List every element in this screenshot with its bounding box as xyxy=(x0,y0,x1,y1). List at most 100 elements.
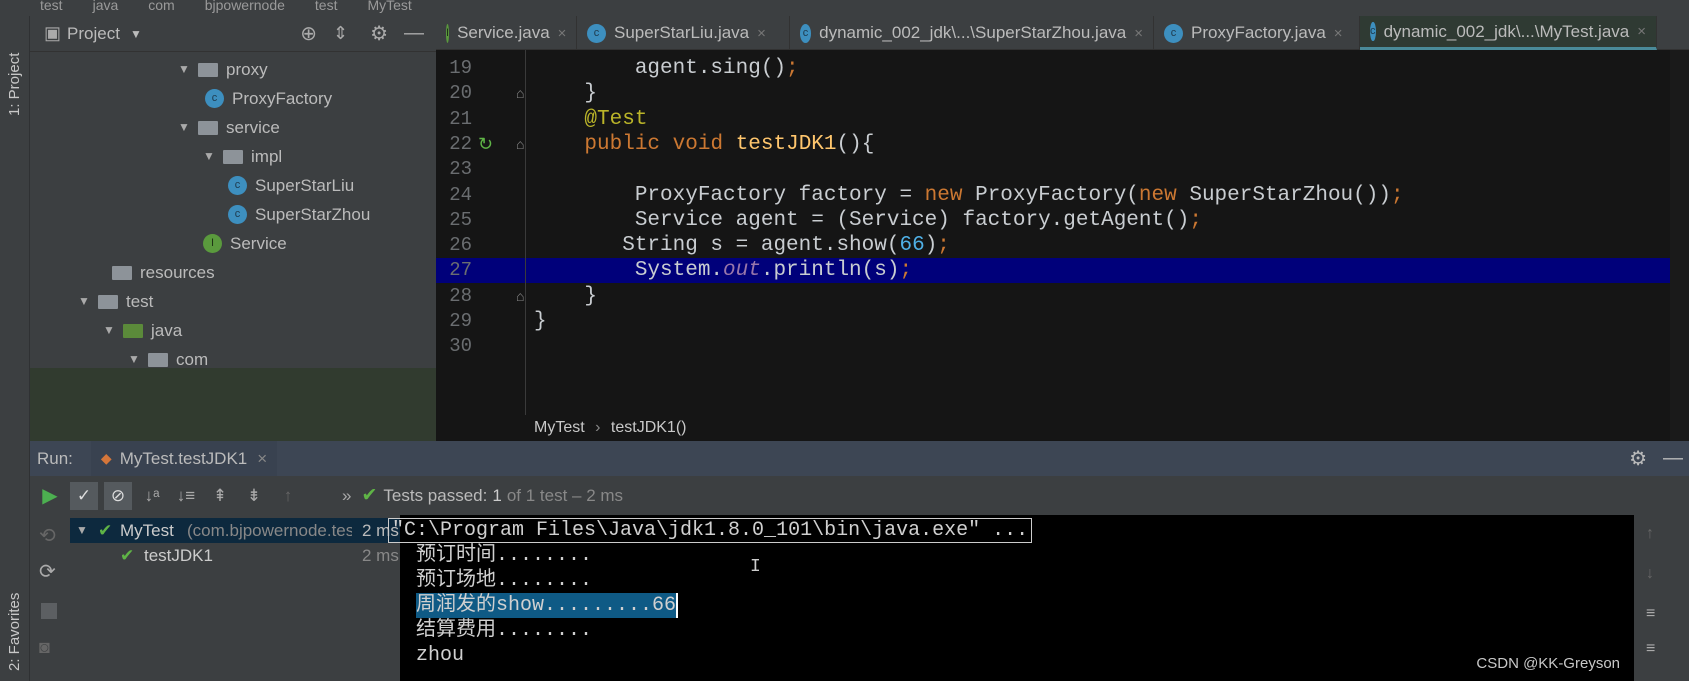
tree-item-class[interactable]: c SuperStarLiu xyxy=(228,171,354,200)
expand-arrow-icon[interactable]: ▼ xyxy=(78,287,98,316)
close-icon[interactable]: × xyxy=(1334,25,1343,42)
locate-icon[interactable]: ⊕ xyxy=(300,21,317,46)
fold-marker-icon[interactable]: ⌂ xyxy=(516,284,524,309)
tab-proxyfactory-java[interactable]: c ProxyFactory.java × xyxy=(1154,16,1360,50)
code-line[interactable]: } xyxy=(534,284,597,309)
run-test-gutter-icon[interactable]: ↻ xyxy=(478,132,493,157)
tree-item-class[interactable]: c SuperStarZhou xyxy=(228,200,370,229)
tree-item-label: impl xyxy=(251,147,283,166)
rerun-icon[interactable]: ▶ xyxy=(36,482,64,510)
project-tool-button[interactable]: 1: Project xyxy=(6,53,23,116)
code-editor[interactable]: 19 agent.sing(); 20 } ⌂ 21 @Test 22 public v… xyxy=(436,50,1670,415)
line-number: 27 xyxy=(449,259,472,282)
show-ignored-icon[interactable]: ⊘ xyxy=(104,481,132,510)
sort-alpha-icon[interactable]: ↓ᵃ xyxy=(138,482,166,510)
fold-marker-icon[interactable]: ⌂ xyxy=(516,81,524,106)
test-case-row[interactable]: ✔ testJDK1 2 ms xyxy=(70,543,400,568)
tree-item-package[interactable]: ▼ proxy xyxy=(178,55,268,84)
fold-marker-icon[interactable]: ⌂ xyxy=(516,132,524,157)
crumb-separator: › xyxy=(595,419,601,436)
stop-icon[interactable] xyxy=(41,603,57,619)
tree-item-class[interactable]: c ProxyFactory xyxy=(205,84,332,113)
run-tab[interactable]: ◆ MyTest.testJDK1 × xyxy=(90,441,278,476)
soft-wrap-icon[interactable]: ≡ xyxy=(1646,605,1655,623)
crumb[interactable]: MyTest xyxy=(367,0,411,13)
expand-arrow-icon[interactable]: ▼ xyxy=(203,142,223,171)
line-number: 26 xyxy=(449,234,472,257)
crumb[interactable]: com xyxy=(148,0,174,13)
check-icon: ✔ xyxy=(120,546,135,565)
code-line[interactable]: agent.sing(); xyxy=(534,56,799,81)
crumb-class[interactable]: MyTest xyxy=(534,419,585,436)
editor-scrollbar[interactable] xyxy=(1670,50,1689,441)
minimize-icon[interactable]: — xyxy=(404,22,424,45)
close-icon[interactable]: × xyxy=(558,25,567,42)
console-output[interactable]: I CSDN @KK-Greyson "C:\Program Files\Jav… xyxy=(388,515,1634,681)
tab-label: ProxyFactory.java xyxy=(1191,23,1326,42)
expand-all-icon[interactable]: ⇞ xyxy=(206,482,234,510)
expand-arrow-icon[interactable]: ▼ xyxy=(178,113,198,142)
up-icon[interactable]: ↑ xyxy=(1646,525,1654,543)
favorites-tool-button[interactable]: 2: Favorites xyxy=(6,593,23,671)
code-line[interactable]: } xyxy=(534,81,597,106)
code-line[interactable]: Service agent = (Service) factory.getAge… xyxy=(534,208,1202,233)
expand-arrow-icon[interactable]: ▼ xyxy=(76,518,88,543)
chevron-down-icon[interactable]: ▼ xyxy=(130,27,142,41)
show-passed-icon[interactable]: ✓ xyxy=(70,481,98,510)
camera-icon[interactable]: ◙ xyxy=(39,637,50,658)
more-icon[interactable]: » xyxy=(342,486,351,506)
tab-superstarliu-java[interactable]: c SuperStarLiu.java × xyxy=(577,16,790,50)
gear-icon[interactable]: ⚙ xyxy=(370,21,388,46)
tree-item-resources[interactable]: resources xyxy=(112,258,215,287)
crumb-method[interactable]: testJDK1() xyxy=(611,419,687,436)
console-line: 结算费用........ xyxy=(416,619,593,642)
code-line[interactable]: System.out.println(s); xyxy=(534,258,912,283)
run-label: Run: xyxy=(37,448,73,468)
tree-item-package[interactable]: ▼ service xyxy=(178,113,280,142)
status-rest: of 1 test – 2 ms xyxy=(506,485,624,505)
tab-dynamic-jdk-mytest-java[interactable]: c dynamic_002_jdk\...\MyTest.java × xyxy=(1360,16,1657,50)
crumb[interactable]: bjpowernode xyxy=(205,0,285,13)
history-icon[interactable]: ⟲ xyxy=(39,523,56,548)
code-line[interactable]: } xyxy=(534,309,547,334)
tab-label: dynamic_002_jdk\...\SuperStarZhou.java xyxy=(819,23,1127,42)
close-icon[interactable]: × xyxy=(1134,25,1143,42)
code-line[interactable]: public void testJDK1(){ xyxy=(534,132,874,157)
sort-duration-icon[interactable]: ↓≡ xyxy=(172,482,200,510)
code-line[interactable]: @Test xyxy=(534,107,647,132)
close-icon[interactable]: × xyxy=(1637,23,1646,40)
toggle-auto-test-icon[interactable]: ⟳ xyxy=(39,559,56,584)
gutter-divider xyxy=(525,50,526,415)
tree-item-package[interactable]: ▼ impl xyxy=(203,142,282,171)
project-view-selector[interactable]: Project xyxy=(67,24,120,44)
minimize-icon[interactable]: — xyxy=(1663,447,1683,470)
expand-arrow-icon[interactable]: ▼ xyxy=(178,55,198,84)
crumb[interactable]: test xyxy=(315,0,338,13)
down-icon[interactable]: ↓ xyxy=(1646,565,1654,583)
crumb[interactable]: java xyxy=(93,0,119,13)
gear-icon[interactable]: ⚙ xyxy=(1629,446,1647,471)
tree-item-interface[interactable]: I Service xyxy=(203,229,287,258)
tree-item-folder[interactable]: ▼ test xyxy=(78,287,153,316)
crumb[interactable]: test xyxy=(40,0,63,13)
test-results-tree: ▼ ✔ MyTest (com.bjpowernode.tes 2 ms ✔ t… xyxy=(70,515,400,681)
expand-arrow-icon[interactable]: ▼ xyxy=(103,316,123,345)
test-run-icon: ◆ xyxy=(100,450,112,466)
collapse-all-icon[interactable]: ⇟ xyxy=(240,482,268,510)
code-line[interactable]: String s = agent.show(66); xyxy=(534,233,950,258)
previous-test-icon[interactable]: ↑ xyxy=(274,482,302,510)
line-number: 23 xyxy=(449,158,472,181)
tree-item-label: SuperStarZhou xyxy=(255,205,371,224)
collapse-all-icon[interactable]: ⇕ xyxy=(333,23,348,44)
close-icon[interactable]: × xyxy=(257,449,267,469)
test-suite-row[interactable]: ▼ ✔ MyTest (com.bjpowernode.tes 2 ms xyxy=(70,518,400,543)
run-side-toolbar: ⟲ ⟳ ◙ xyxy=(30,515,70,681)
code-line[interactable]: ProxyFactory factory = new ProxyFactory(… xyxy=(534,183,1404,208)
tab-dynamic-jdk-superstarzhou-java[interactable]: c dynamic_002_jdk\...\SuperStarZhou.java × xyxy=(790,16,1154,50)
tree-item-source-folder[interactable]: ▼ java xyxy=(103,316,182,345)
tab-label: dynamic_002_jdk\...\MyTest.java xyxy=(1383,21,1630,41)
project-panel-header: ▣ Project ▼ ⊕ ⇕ ⚙ — xyxy=(30,16,436,52)
tab-service-java[interactable]: I Service.java × xyxy=(436,16,577,50)
scroll-to-end-icon[interactable]: ≡ xyxy=(1646,640,1655,658)
close-icon[interactable]: × xyxy=(757,25,766,42)
